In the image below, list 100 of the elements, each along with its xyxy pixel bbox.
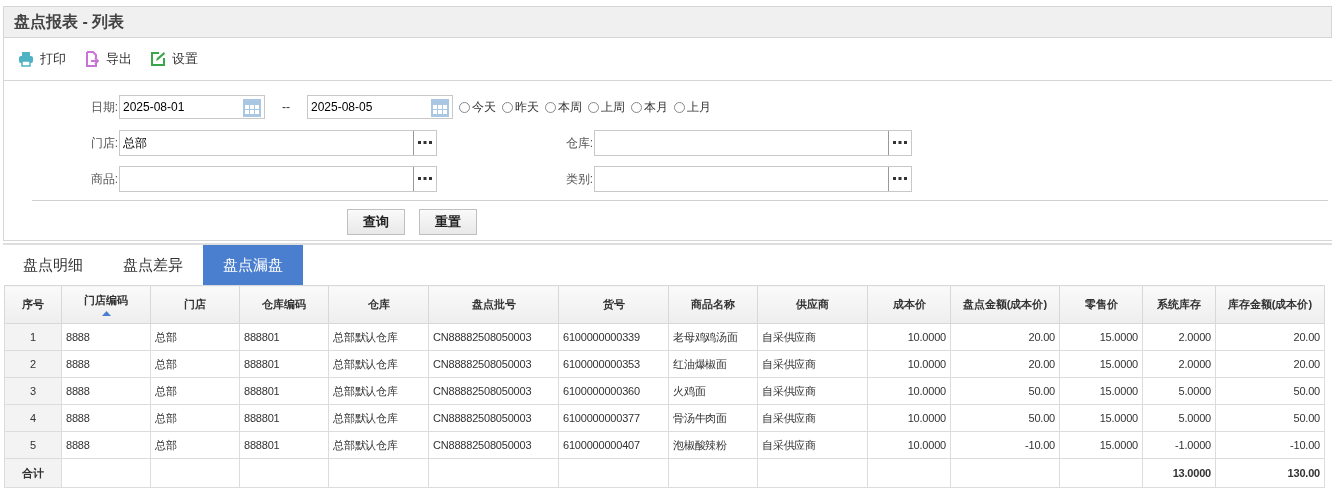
table-cell: 8888 — [61, 323, 151, 351]
column-header[interactable]: 盘点金额(成本价) — [950, 285, 1060, 324]
table-cell: 骨汤牛肉面 — [668, 404, 758, 432]
radio-label[interactable]: 今天 — [472, 98, 496, 116]
column-header[interactable]: 门店编码 — [61, 285, 151, 324]
table-cell: 老母鸡鸡汤面 — [668, 323, 758, 351]
picker-field[interactable] — [594, 130, 912, 156]
table-cell: 自采供应商 — [757, 431, 868, 459]
table-cell: 10.0000 — [867, 323, 951, 351]
table-cell: 10.0000 — [867, 431, 951, 459]
column-header[interactable]: 系统库存 — [1142, 285, 1216, 324]
table-cell: 888801 — [239, 350, 329, 378]
table-cell: 10.0000 — [867, 350, 951, 378]
table-cell: 6100000000339 — [558, 323, 669, 351]
table-cell: 20.00 — [1215, 350, 1325, 378]
column-header[interactable]: 门店 — [150, 285, 240, 324]
table-cell: 8888 — [61, 377, 151, 405]
table-cell: 总部 — [150, 404, 240, 432]
column-header[interactable]: 序号 — [4, 285, 62, 324]
date-label: 日期: — [89, 98, 119, 116]
column-header[interactable]: 货号 — [558, 285, 669, 324]
table-cell: 红油爆椒面 — [668, 350, 758, 378]
action-button[interactable]: 重置 — [419, 209, 477, 235]
toolbar-button[interactable]: 打印 — [18, 50, 66, 68]
table-cell: 总部默认仓库 — [328, 323, 429, 351]
table-cell: 10.0000 — [867, 404, 951, 432]
table-cell: 20.00 — [950, 323, 1060, 351]
field-label: 门店: — [89, 134, 119, 152]
table-cell: 15.0000 — [1059, 350, 1143, 378]
table-cell: 5.0000 — [1142, 377, 1216, 405]
column-header[interactable]: 商品名称 — [668, 285, 758, 324]
table-cell: 8888 — [61, 350, 151, 378]
picker-field[interactable] — [594, 166, 912, 192]
column-header[interactable]: 仓库 — [328, 285, 429, 324]
range-separator: -- — [281, 100, 291, 114]
radio-label[interactable]: 上周 — [601, 98, 625, 116]
table-cell: 自采供应商 — [757, 377, 868, 405]
radio-label[interactable]: 昨天 — [515, 98, 539, 116]
table-cell: 5 — [4, 431, 62, 459]
sort-ascending-icon — [101, 311, 111, 316]
toolbar-button[interactable]: 导出 — [84, 50, 132, 68]
field-label: 商品: — [89, 170, 119, 188]
table-cell: 总部默认仓库 — [328, 377, 429, 405]
table-cell: 5.0000 — [1142, 404, 1216, 432]
table-cell: 自采供应商 — [757, 350, 868, 378]
table-cell: 8888 — [61, 404, 151, 432]
date-field[interactable]: 2025-08-05 — [307, 95, 453, 119]
table-cell: 1 — [4, 323, 62, 351]
total-cell: 130.00 — [1215, 458, 1325, 488]
column-header[interactable]: 零售价 — [1059, 285, 1143, 324]
window-title: 盘点报表 - 列表 — [14, 11, 125, 32]
printer-icon — [18, 51, 34, 67]
table-cell: 总部 — [150, 431, 240, 459]
table-cell: CN88882508050003 — [428, 350, 559, 378]
table-cell: 15.0000 — [1059, 377, 1143, 405]
column-header[interactable]: 库存金额(成本价) — [1215, 285, 1325, 324]
table-cell: 2 — [4, 350, 62, 378]
table-cell: 15.0000 — [1059, 404, 1143, 432]
table-cell: 4 — [4, 404, 62, 432]
radio-label[interactable]: 本月 — [644, 98, 668, 116]
column-header[interactable]: 成本价 — [867, 285, 951, 324]
action-button[interactable]: 查询 — [347, 209, 405, 235]
table-cell: 总部默认仓库 — [328, 350, 429, 378]
column-header[interactable]: 盘点批号 — [428, 285, 559, 324]
table-cell: 8888 — [61, 431, 151, 459]
table-cell: CN88882508050003 — [428, 431, 559, 459]
table-cell: 888801 — [239, 323, 329, 351]
radio-label[interactable]: 本周 — [558, 98, 582, 116]
table-cell: 自采供应商 — [757, 323, 868, 351]
column-header[interactable]: 仓库编码 — [239, 285, 329, 324]
table-cell: 10.0000 — [867, 377, 951, 405]
table-cell: 15.0000 — [1059, 323, 1143, 351]
calendar-icon — [243, 97, 261, 117]
field-label: 仓库: — [564, 134, 594, 152]
table-cell: 20.00 — [950, 350, 1060, 378]
table-cell: CN88882508050003 — [428, 377, 559, 405]
edit-icon — [150, 51, 166, 67]
picker-field[interactable]: 总部 — [119, 130, 437, 156]
table-cell: 6100000000353 — [558, 350, 669, 378]
table-cell: 50.00 — [1215, 404, 1325, 432]
table-cell: -1.0000 — [1142, 431, 1216, 459]
table-cell: 50.00 — [1215, 377, 1325, 405]
tab[interactable]: 盘点漏盘 — [203, 245, 303, 285]
table-cell: 火鸡面 — [668, 377, 758, 405]
radio-label[interactable]: 上月 — [687, 98, 711, 116]
toolbar-button[interactable]: 设置 — [150, 50, 198, 68]
total-label: 合计 — [4, 458, 62, 488]
table-cell: 2.0000 — [1142, 323, 1216, 351]
table-cell: 总部 — [150, 377, 240, 405]
table-cell: 50.00 — [950, 404, 1060, 432]
table-cell: 888801 — [239, 404, 329, 432]
table-cell: 888801 — [239, 377, 329, 405]
table-cell: 泡椒酸辣粉 — [668, 431, 758, 459]
table-cell: 15.0000 — [1059, 431, 1143, 459]
table-cell: 2.0000 — [1142, 350, 1216, 378]
table-cell: -10.00 — [1215, 431, 1325, 459]
column-header[interactable]: 供应商 — [757, 285, 868, 324]
picker-field[interactable] — [119, 166, 437, 192]
table-cell: 888801 — [239, 431, 329, 459]
date-field[interactable]: 2025-08-01 — [119, 95, 265, 119]
